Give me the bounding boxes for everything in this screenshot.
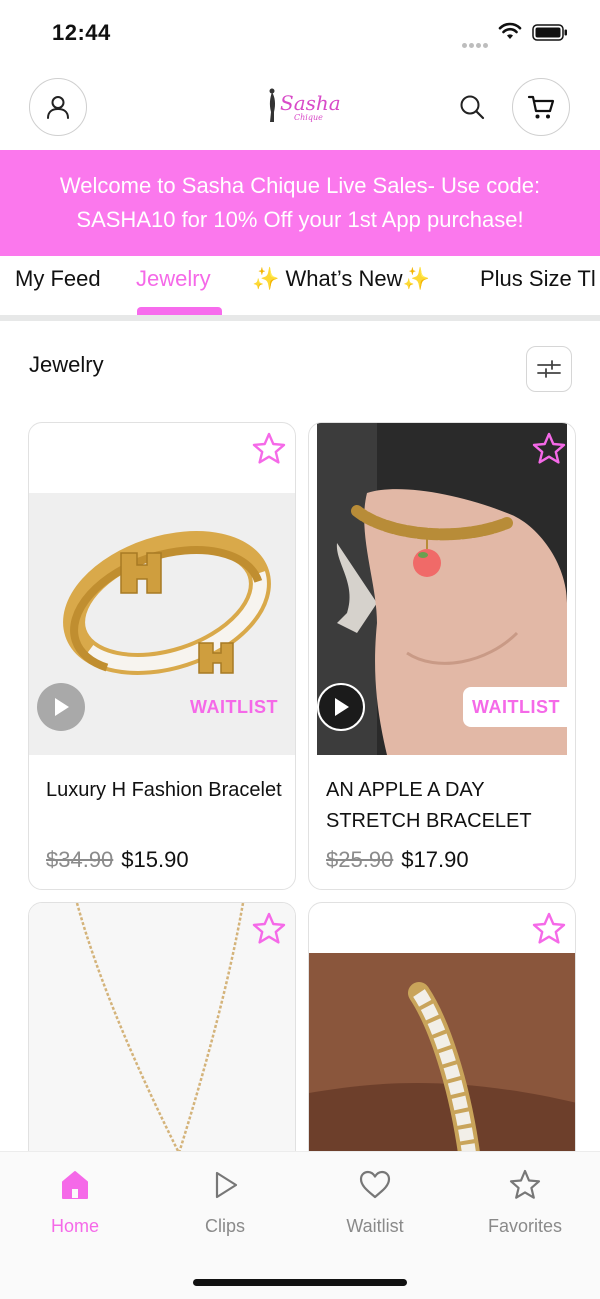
logo-text: Sasha <box>280 91 341 115</box>
promo-line-1: Welcome to Sasha Chique Live Sales- Use … <box>59 173 541 198</box>
cart-icon <box>527 95 555 119</box>
logo-subtext: Chique <box>294 113 323 122</box>
original-price: $34.90 <box>46 847 114 872</box>
tab-whats-new[interactable]: ✨ What’s New✨ <box>252 266 430 306</box>
favorite-star-icon[interactable] <box>251 911 287 947</box>
battery-icon <box>532 24 567 41</box>
play-clip-button[interactable] <box>37 683 85 731</box>
favorite-star-icon[interactable] <box>531 431 567 467</box>
product-card[interactable]: WAITLIST AN APPLE A DAY STRETCH BRACELET… <box>308 422 576 890</box>
nav-waitlist[interactable]: Waitlist <box>315 1168 435 1237</box>
brand-logo[interactable]: Sasha Chique <box>266 86 346 128</box>
product-name: Luxury H Fashion Bracelet <box>46 779 282 801</box>
star-icon <box>509 1169 541 1199</box>
favorite-star-icon[interactable] <box>531 911 567 947</box>
product-name: AN APPLE A DAY STRETCH BRACELET <box>326 779 532 832</box>
tab-my-feed[interactable]: My Feed <box>15 266 101 306</box>
cart-button[interactable] <box>512 78 570 136</box>
waitlist-badge[interactable]: WAITLIST <box>463 687 569 727</box>
wifi-icon <box>498 22 522 39</box>
sale-price: $15.90 <box>121 847 189 872</box>
app-header: Sasha Chique <box>0 78 600 138</box>
user-icon <box>47 96 69 119</box>
play-icon <box>55 698 69 716</box>
active-tab-indicator <box>137 307 222 315</box>
favorite-star-icon[interactable] <box>251 431 287 467</box>
filter-button[interactable] <box>526 346 572 392</box>
bottom-navigation: Home Clips Waitlist Favorites <box>0 1151 600 1299</box>
nav-waitlist-label: Waitlist <box>346 1216 404 1236</box>
play-icon <box>335 698 349 716</box>
sale-price: $17.90 <box>401 847 469 872</box>
search-button[interactable] <box>456 90 488 124</box>
home-icon <box>62 1171 88 1199</box>
nav-favorites-label: Favorites <box>487 1216 563 1236</box>
status-bar: 12:44 <box>0 0 600 66</box>
status-time: 12:44 <box>52 20 111 45</box>
promo-line-2: SASHA10 for 10% Off your 1st App purchas… <box>76 207 524 232</box>
search-icon <box>460 95 485 120</box>
home-indicator[interactable] <box>193 1279 407 1286</box>
product-card[interactable]: WAITLIST Luxury H Fashion Bracelet $34.9… <box>28 422 296 890</box>
heart-icon <box>359 1170 391 1199</box>
section-title: Jewelry <box>29 352 104 377</box>
profile-button[interactable] <box>29 78 87 136</box>
original-price: $25.90 <box>326 847 394 872</box>
nav-home-label: Home <box>50 1216 99 1236</box>
nav-favorites[interactable]: Favorites <box>465 1168 585 1237</box>
nav-clips-label: Clips <box>204 1216 245 1236</box>
play-clip-button[interactable] <box>317 683 365 731</box>
play-icon <box>215 1171 238 1199</box>
waitlist-badge[interactable]: WAITLIST <box>179 687 289 727</box>
nav-clips[interactable]: Clips <box>165 1168 285 1237</box>
signal-icon <box>462 35 490 48</box>
tab-jewelry[interactable]: Jewelry <box>136 266 211 306</box>
product-price: $25.90 $17.90 <box>326 847 469 873</box>
nav-home[interactable]: Home <box>15 1168 135 1237</box>
sliders-icon <box>537 360 561 378</box>
promo-banner[interactable]: Welcome to Sasha Chique Live Sales- Use … <box>0 150 600 256</box>
tabs-divider <box>0 315 600 321</box>
tab-plus-size[interactable]: Plus Size Tl <box>480 266 596 306</box>
product-price: $34.90 $15.90 <box>46 847 189 873</box>
category-tabs: My Feed Jewelry ✨ What’s New✨ Plus Size … <box>0 256 600 318</box>
